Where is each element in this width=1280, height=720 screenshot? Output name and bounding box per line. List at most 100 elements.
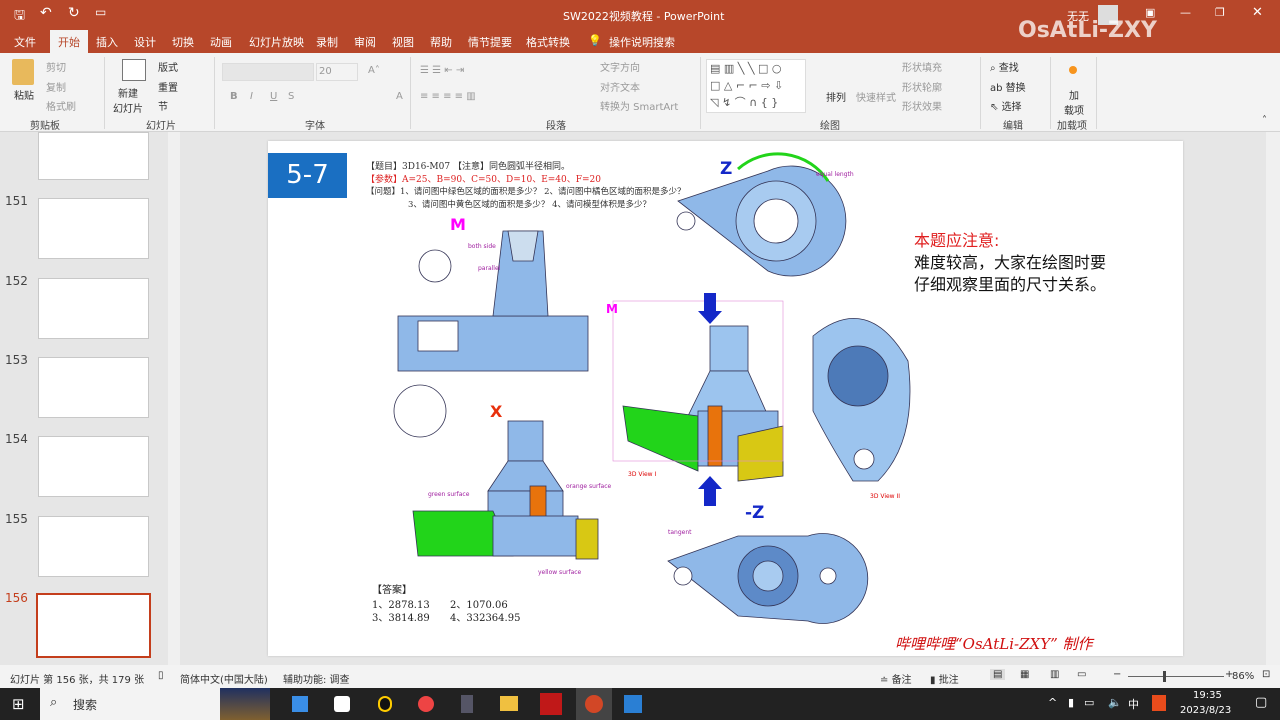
tray-sogou-icon[interactable] — [1152, 695, 1166, 711]
app-icon-calculator[interactable] — [461, 695, 473, 713]
minimize-icon[interactable]: — — [1180, 6, 1191, 19]
slide-thumbnail-selected[interactable] — [36, 593, 151, 658]
tab-design[interactable]: 设计 — [134, 34, 156, 50]
accessibility-status[interactable]: 辅助功能: 调查 — [283, 671, 350, 686]
tab-insert[interactable]: 插入 — [96, 34, 118, 50]
app-icon-photos[interactable] — [624, 695, 642, 713]
slide-thumbnail[interactable] — [38, 357, 149, 418]
notification-icon[interactable]: ▢ — [1255, 695, 1267, 710]
tab-view[interactable]: 视图 — [392, 34, 414, 50]
align-buttons[interactable]: ≡ ≡ ≡ ≡ ▥ — [420, 91, 476, 102]
app-icon-solidworks[interactable] — [540, 693, 562, 715]
font-size-input[interactable]: 20 — [316, 63, 358, 81]
replace-button[interactable]: ab 替换 — [990, 79, 1026, 94]
tab-review[interactable]: 审阅 — [354, 34, 376, 50]
zoom-level[interactable]: 86% — [1232, 671, 1254, 682]
align-text-button[interactable]: 对齐文本 — [600, 79, 640, 94]
slide-thumbnail[interactable] — [38, 132, 149, 180]
slide-thumbnail[interactable] — [38, 278, 149, 339]
reading-view-button[interactable]: ▥ — [1050, 669, 1059, 680]
zoom-out-button[interactable]: − — [1113, 669, 1121, 680]
slide-thumbnail[interactable] — [38, 198, 149, 259]
redo-icon[interactable]: ↻ — [68, 5, 80, 21]
fit-slide-button[interactable]: ⊡ — [1262, 669, 1270, 680]
shape-effects-button[interactable]: 形状效果 — [902, 98, 942, 113]
addins-button[interactable]: 加 载项 — [1064, 87, 1084, 117]
tab-file[interactable]: 文件 — [14, 34, 36, 50]
slide-scrollbar[interactable] — [1266, 132, 1280, 665]
zoom-slider-thumb[interactable] — [1163, 671, 1166, 682]
ime-indicator[interactable]: 中 — [1128, 696, 1139, 712]
slide-canvas[interactable]: 5-7 【题目】3D16-M07 【注意】同色圆弧半径相同。 【参数】A=25、… — [268, 141, 1183, 656]
clock-date[interactable]: 2023/8/23 — [1180, 705, 1231, 716]
app-icon-chrome[interactable] — [418, 696, 434, 712]
slideshow-button[interactable]: ▭ — [1077, 669, 1086, 680]
smartart-button[interactable]: 转换为 SmartArt — [600, 98, 678, 113]
cut-button[interactable]: 剪切 — [46, 59, 66, 74]
tab-format-convert[interactable]: 格式转换 — [526, 34, 570, 50]
app-icon-baidu[interactable] — [334, 696, 350, 712]
app-icon-explorer-widget[interactable] — [292, 696, 308, 712]
tab-slideshow[interactable]: 幻灯片放映 — [249, 34, 304, 50]
slide-thumbnail[interactable] — [38, 516, 149, 577]
app-icon-powerpoint-active[interactable] — [576, 688, 612, 720]
layout-button[interactable]: 版式 — [158, 59, 178, 74]
select-button[interactable]: ⇖ 选择 — [990, 98, 1022, 113]
reset-button[interactable]: 重置 — [158, 79, 178, 94]
section-button[interactable]: 节 — [158, 98, 168, 113]
slide-thumbnail[interactable] — [38, 436, 149, 497]
tab-storyboard[interactable]: 情节提要 — [468, 34, 512, 50]
language-status[interactable]: 简体中文(中国大陆) — [180, 671, 268, 686]
thumbnails-scrollbar[interactable] — [168, 132, 180, 665]
app-icon-file-explorer[interactable] — [500, 696, 518, 711]
bullets-button[interactable]: ☰ ☰ ⇤ ⇥ — [420, 65, 464, 76]
maximize-icon[interactable]: ❐ — [1215, 6, 1225, 19]
paste-button[interactable]: 粘贴 — [14, 87, 34, 102]
save-icon[interactable]: 🖫 — [14, 6, 25, 28]
paste-icon[interactable] — [12, 59, 34, 85]
underline-button[interactable]: U — [270, 91, 277, 102]
slide-sorter-button[interactable]: ▦ — [1020, 669, 1029, 680]
tab-transitions[interactable]: 切换 — [172, 34, 194, 50]
shapes-gallery[interactable]: ▤ ▥ ╲ ╲ □ ○ □ △ ⌐ ⌐ ⇨ ⇩ ◹ ↯ ⌒ ∩ { } — [706, 59, 806, 113]
present-icon[interactable]: ▭ — [95, 5, 106, 19]
clock-time[interactable]: 19:35 — [1193, 690, 1222, 701]
notes-button[interactable]: ≐ 备注 — [880, 671, 912, 686]
text-direction-button[interactable]: 文字方向 — [600, 59, 640, 74]
comments-button[interactable]: ▮ 批注 — [930, 671, 959, 686]
arrange-button[interactable]: 排列 — [826, 89, 846, 104]
windows-start-icon[interactable]: ⊞ — [12, 695, 25, 713]
new-slide-button[interactable]: 新建 幻灯片 — [113, 85, 143, 115]
spellcheck-icon[interactable]: ▯ — [158, 670, 164, 681]
tab-home[interactable]: 开始 — [50, 30, 88, 53]
quick-styles-button[interactable]: 快速样式 — [856, 89, 896, 104]
shape-outline-button[interactable]: 形状轮廓 — [902, 79, 942, 94]
shape-fill-button[interactable]: 形状填充 — [902, 59, 942, 74]
font-color-button[interactable]: A — [396, 91, 403, 102]
collapse-ribbon-icon[interactable]: ˄ — [1262, 115, 1267, 126]
tray-overflow-icon[interactable]: ^ — [1048, 696, 1057, 709]
tray-volume-icon[interactable]: 🔈 — [1108, 696, 1122, 709]
undo-icon[interactable]: ↶ — [40, 5, 52, 21]
close-icon[interactable]: ✕ — [1252, 5, 1263, 20]
italic-button[interactable]: I — [250, 91, 253, 102]
font-name-input[interactable] — [222, 63, 314, 81]
tray-usb-icon[interactable]: ▮ — [1068, 696, 1074, 709]
new-slide-icon[interactable] — [122, 59, 146, 81]
tray-network-icon[interactable]: ▭ — [1084, 696, 1094, 709]
tab-animations[interactable]: 动画 — [210, 34, 232, 50]
zoom-slider[interactable] — [1128, 676, 1224, 677]
tell-me-search[interactable]: 操作说明搜索 — [609, 34, 675, 50]
app-icon-qq[interactable] — [378, 696, 392, 712]
shadow-button[interactable]: S — [288, 91, 294, 102]
tab-help[interactable]: 帮助 — [430, 34, 452, 50]
copy-button[interactable]: 复制 — [46, 79, 66, 94]
find-button[interactable]: ⌕ 查找 — [990, 59, 1019, 74]
taskbar-search[interactable]: ⌕ 搜索 — [40, 688, 270, 720]
tab-record[interactable]: 录制 — [316, 34, 338, 50]
bold-button[interactable]: B — [230, 91, 238, 102]
normal-view-button[interactable]: ▤ — [990, 669, 1006, 680]
format-painter-button[interactable]: 格式刷 — [46, 98, 76, 113]
slide-number: 152 — [5, 274, 28, 288]
grow-font-button[interactable]: A˄ — [368, 65, 380, 76]
